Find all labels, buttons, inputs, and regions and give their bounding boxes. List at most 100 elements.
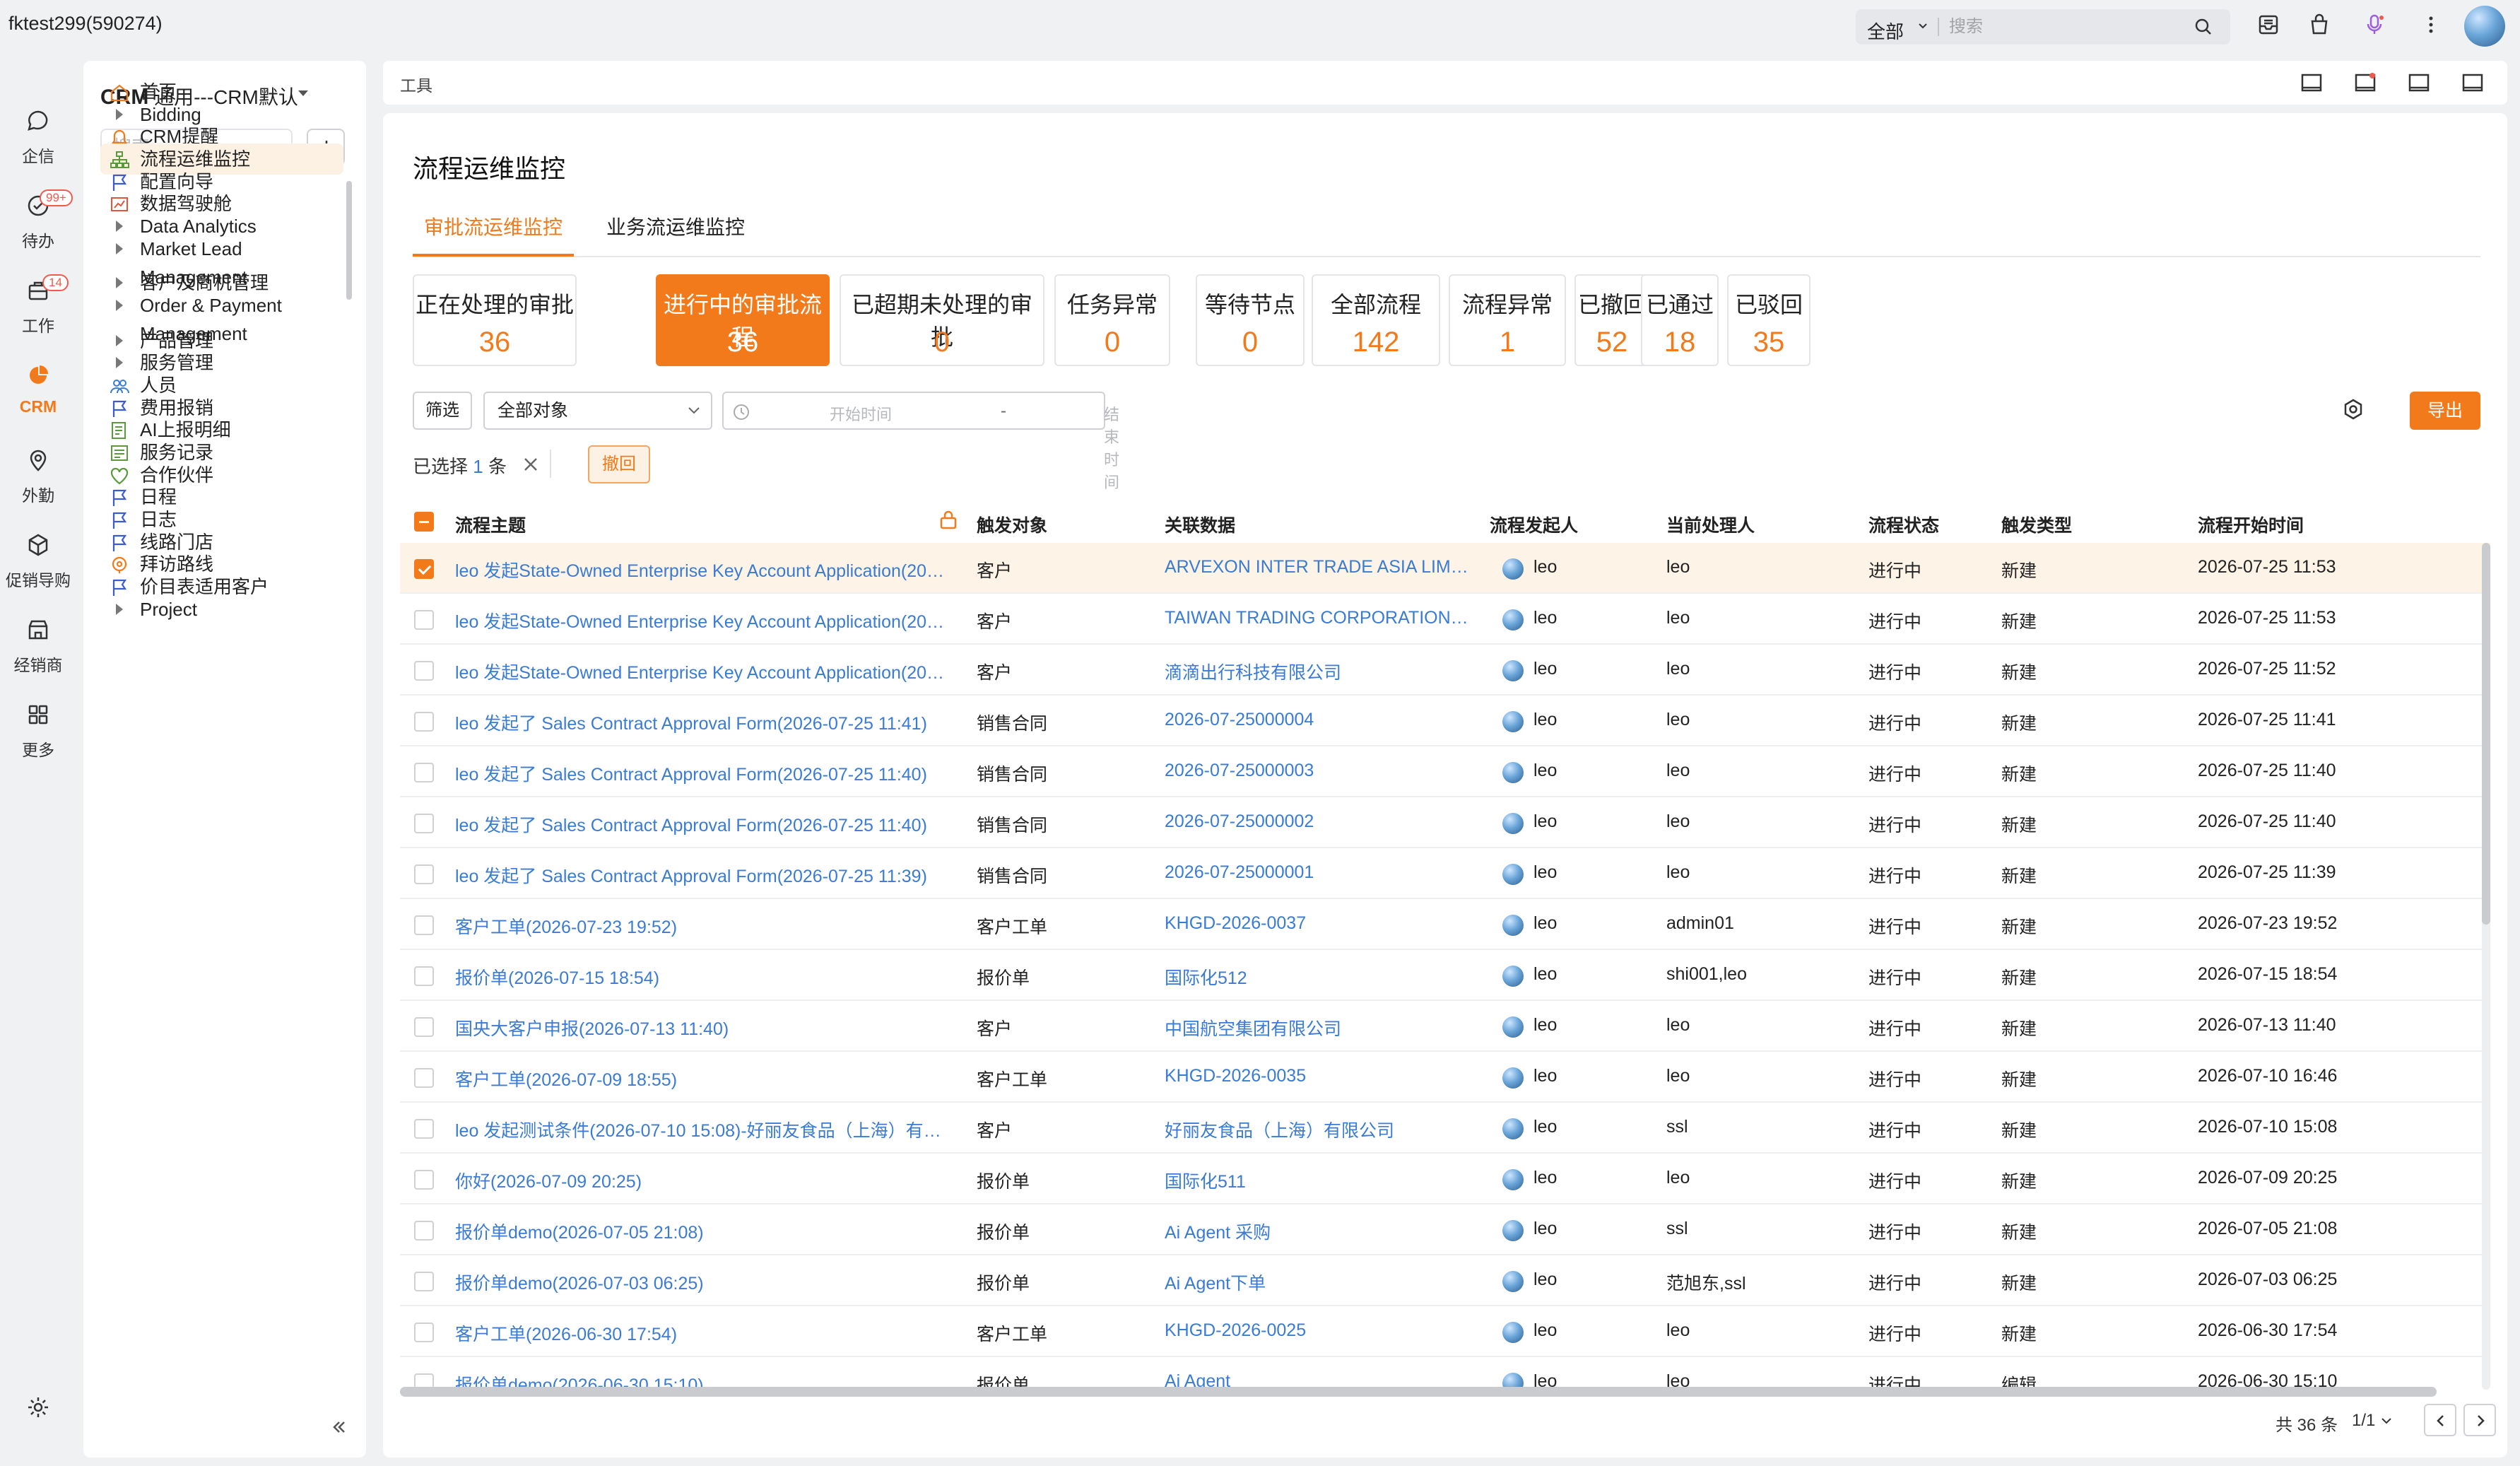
subject-link[interactable]: 报价单(2026-07-15 18:54) — [455, 964, 950, 990]
row-checkbox[interactable] — [414, 763, 434, 782]
subject-link[interactable]: 报价单demo(2026-07-05 21:08) — [455, 1219, 950, 1244]
row-checkbox[interactable] — [414, 915, 434, 935]
row-checkbox[interactable] — [414, 1119, 434, 1139]
more-vertical-icon[interactable] — [2418, 12, 2444, 37]
search-scope-select[interactable]: 全部 — [1867, 18, 1904, 44]
related-data-link[interactable]: 2026-07-25000002 — [1165, 811, 1468, 832]
stat-card-5[interactable]: 全部流程 142 — [1312, 274, 1440, 366]
table-row[interactable]: 你好(2026-07-09 20:25) 报价单 国际化511 leo leo 进行中 新建… — [400, 1154, 2490, 1204]
stat-card-4[interactable]: 等待节点 0 — [1196, 274, 1305, 366]
row-checkbox[interactable] — [414, 1170, 434, 1190]
column-header-status[interactable]: 流程状态 — [1868, 512, 1939, 537]
collapse-sidebar-icon[interactable] — [328, 1417, 349, 1438]
related-data-link[interactable]: 好丽友食品（上海）有限公司 — [1165, 1117, 1468, 1142]
subject-link[interactable]: leo 发起了 Sales Contract Approval Form(202… — [455, 862, 950, 888]
column-settings-icon[interactable] — [2341, 397, 2366, 423]
stat-card-6[interactable]: 流程异常 1 — [1449, 274, 1566, 366]
row-checkbox[interactable] — [414, 1272, 434, 1291]
tab-business-monitor[interactable]: 业务流运维监控 — [606, 212, 745, 240]
fullscreen-icon[interactable] — [2461, 71, 2485, 95]
sidebar-item-group-22[interactable]: Project — [100, 594, 343, 625]
related-data-link[interactable]: KHGD-2026-0035 — [1165, 1066, 1468, 1086]
stat-card-9[interactable]: 已驳回 35 — [1727, 274, 1810, 366]
subject-link[interactable]: leo 发起了 Sales Contract Approval Form(202… — [455, 761, 950, 786]
table-row[interactable]: 国央大客户申报(2026-07-13 11:40) 客户 中国航空集团有限公司 leo… — [400, 1001, 2490, 1052]
prev-page-button[interactable] — [2424, 1404, 2456, 1436]
rail-item-todo[interactable]: 99+ 待办 — [0, 187, 76, 257]
bag-icon[interactable] — [2307, 12, 2332, 37]
table-row[interactable]: leo 发起了 Sales Contract Approval Form(202… — [400, 848, 2490, 899]
column-header-start-time[interactable]: 流程开始时间 — [2198, 512, 2304, 537]
subject-link[interactable]: 客户工单(2026-07-09 18:55) — [455, 1066, 950, 1091]
table-row[interactable]: leo 发起了 Sales Contract Approval Form(202… — [400, 797, 2490, 848]
table-row[interactable]: 报价单demo(2026-07-05 21:08) 报价单 Ai Agent 采购 l… — [400, 1204, 2490, 1255]
row-checkbox[interactable] — [414, 1017, 434, 1037]
subject-link[interactable]: 客户工单(2026-07-23 19:52) — [455, 913, 950, 939]
subject-link[interactable]: 报价单demo(2026-07-03 06:25) — [455, 1269, 950, 1295]
rail-item-work[interactable]: 14 工作 — [0, 271, 76, 342]
object-select[interactable]: 全部对象 — [483, 392, 712, 430]
row-checkbox[interactable] — [414, 864, 434, 884]
select-all-checkbox[interactable] — [414, 512, 434, 532]
subject-link[interactable]: leo 发起测试条件(2026-07-10 15:08)-好丽友食品（上海）有限… — [455, 1117, 950, 1142]
start-date-field[interactable]: 开始时间 — [830, 402, 892, 425]
related-data-link[interactable]: 中国航空集团有限公司 — [1165, 1015, 1468, 1040]
next-page-button[interactable] — [2463, 1404, 2496, 1436]
expand-caret-icon[interactable] — [116, 335, 123, 346]
subject-link[interactable]: leo 发起了 Sales Contract Approval Form(202… — [455, 811, 950, 837]
subject-link[interactable]: leo 发起State-Owned Enterprise Key Account… — [455, 557, 950, 582]
filter-button[interactable]: 筛选 — [413, 392, 472, 430]
chevron-down-icon[interactable] — [1917, 19, 1929, 32]
subject-link[interactable]: leo 发起State-Owned Enterprise Key Account… — [455, 608, 950, 633]
table-row[interactable]: 客户工单(2026-06-30 17:54) 客户工单 KHGD-2026-0025… — [400, 1306, 2490, 1357]
rail-item-field[interactable]: 外勤 — [0, 441, 76, 512]
related-data-link[interactable]: KHGD-2026-0025 — [1165, 1320, 1468, 1341]
row-checkbox[interactable] — [414, 966, 434, 986]
settings-gear-icon[interactable] — [25, 1395, 51, 1420]
table-row[interactable]: leo 发起测试条件(2026-07-10 15:08)-好丽友食品（上海）有限… — [400, 1103, 2490, 1154]
tab-approval-monitor[interactable]: 审批流运维监控 — [424, 212, 563, 240]
layout-icon[interactable] — [2300, 71, 2324, 95]
notification-window-icon[interactable] — [2353, 71, 2377, 95]
stat-card-7[interactable]: 已撤回 52 — [1574, 274, 1649, 366]
lock-icon[interactable] — [938, 509, 958, 530]
row-checkbox[interactable] — [414, 1221, 434, 1241]
subject-link[interactable]: 客户工单(2026-06-30 17:54) — [455, 1320, 950, 1346]
stat-card-2[interactable]: 已超期未处理的审批 0 — [840, 274, 1044, 366]
search-input[interactable] — [1948, 13, 2188, 40]
rail-item-crm[interactable]: CRM — [0, 356, 76, 427]
related-data-link[interactable]: TAIWAN TRADING CORPORATION LIMITED — [1165, 608, 1468, 628]
subject-link[interactable]: 你好(2026-07-09 20:25) — [455, 1168, 950, 1193]
pager-page-select[interactable]: 1/1 — [2352, 1411, 2393, 1431]
expand-caret-icon[interactable] — [116, 300, 123, 311]
row-checkbox[interactable] — [414, 712, 434, 732]
stat-card-8[interactable]: 已通过 18 — [1641, 274, 1719, 366]
rail-item-dealer[interactable]: 经销商 — [0, 611, 76, 681]
row-checkbox[interactable] — [414, 559, 434, 579]
related-data-link[interactable]: 2026-07-25000003 — [1165, 761, 1468, 781]
stat-card-3[interactable]: 任务异常 0 — [1054, 274, 1170, 366]
row-checkbox[interactable] — [414, 814, 434, 833]
table-row[interactable]: leo 发起State-Owned Enterprise Key Account… — [400, 594, 2490, 645]
related-data-link[interactable]: 国际化511 — [1165, 1168, 1468, 1193]
column-header-subject[interactable]: 流程主题 — [455, 512, 526, 537]
scroll-thumb[interactable] — [2482, 543, 2490, 925]
subject-link[interactable]: 国央大客户申报(2026-07-13 11:40) — [455, 1015, 950, 1040]
table-vertical-scrollbar[interactable] — [2482, 543, 2490, 1390]
subject-link[interactable]: leo 发起State-Owned Enterprise Key Account… — [455, 659, 950, 684]
end-date-field[interactable]: 结束时间 — [1104, 402, 1119, 493]
search-icon[interactable] — [2194, 17, 2213, 37]
row-checkbox[interactable] — [414, 1323, 434, 1342]
table-row[interactable]: 客户工单(2026-07-09 18:55) 客户工单 KHGD-2026-0035… — [400, 1052, 2490, 1103]
clear-selection-icon[interactable] — [522, 455, 540, 474]
breadcrumb[interactable]: 工具 — [400, 72, 432, 96]
table-row[interactable]: leo 发起了 Sales Contract Approval Form(202… — [400, 696, 2490, 746]
user-avatar[interactable] — [2464, 6, 2505, 47]
column-header-trigger-type[interactable]: 触发类型 — [2001, 512, 2072, 537]
related-data-link[interactable]: 滴滴出行科技有限公司 — [1165, 659, 1468, 684]
table-row[interactable]: leo 发起State-Owned Enterprise Key Account… — [400, 543, 2490, 594]
row-checkbox[interactable] — [414, 610, 434, 630]
expand-caret-icon[interactable] — [116, 243, 123, 254]
table-row[interactable]: 客户工单(2026-07-23 19:52) 客户工单 KHGD-2026-0037… — [400, 899, 2490, 950]
date-range-picker[interactable]: 开始时间 - 结束时间 — [722, 392, 1119, 491]
